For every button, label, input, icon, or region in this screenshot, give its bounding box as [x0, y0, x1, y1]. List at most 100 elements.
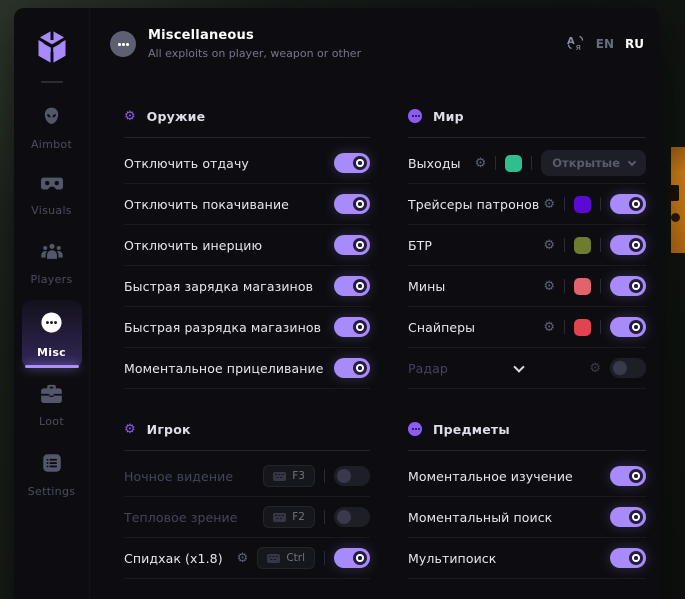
toggle-knob [353, 238, 367, 252]
lang-option-ru[interactable]: RU [625, 37, 644, 51]
separator [600, 197, 601, 211]
hotkey-badge[interactable]: Ctrl [257, 547, 315, 569]
setting-row: Мины⚙ [408, 266, 646, 307]
toggle[interactable] [334, 317, 370, 337]
hotkey-badge[interactable]: F2 [263, 506, 315, 528]
settings-gear-icon[interactable]: ⚙ [589, 362, 601, 375]
row-label: БТР [408, 238, 543, 253]
separator [324, 510, 325, 524]
settings-section: ⚙ИгрокНочное видениеF3Тепловое зрениеF2С… [124, 419, 370, 579]
row-controls [610, 466, 646, 486]
settings-content: ⚙ОружиеОтключить отдачуОтключить покачив… [90, 80, 660, 579]
row-controls [334, 358, 370, 378]
settings-section: МирВыходы⚙ОткрытыеТрейсеры патронов⚙БТР⚙… [408, 106, 646, 389]
settings-gear-icon[interactable]: ⚙ [475, 157, 487, 170]
toggle[interactable] [610, 194, 646, 214]
lang-option-en[interactable]: EN [596, 37, 614, 51]
toggle[interactable] [334, 235, 370, 255]
toggle[interactable] [610, 507, 646, 527]
row-label: Быстрая разрядка магазинов [124, 320, 334, 335]
background-game-sign [671, 147, 685, 253]
toggle[interactable] [610, 276, 646, 296]
setting-row: Выходы⚙Открытые [408, 143, 646, 184]
toggle-knob [353, 279, 367, 293]
sidebar-item-loot[interactable]: Loot [22, 373, 82, 437]
color-swatch[interactable] [574, 319, 591, 336]
setting-row: Спидхак (x1.8)⚙Ctrl [124, 538, 370, 579]
section-title: Мир [433, 109, 464, 124]
row-label: Моментальное изучение [408, 469, 610, 484]
setting-row: Быстрая разрядка магазинов [124, 307, 370, 348]
row-controls: ⚙ Открытые [475, 150, 646, 176]
section-title: Игрок [147, 422, 191, 437]
chevron-down-icon[interactable] [513, 361, 524, 372]
settings-gear-icon[interactable]: ⚙ [543, 321, 555, 334]
sidebar-item-misc[interactable]: Misc [22, 300, 82, 368]
toggle-knob [353, 320, 367, 334]
row-controls: F3 [263, 465, 370, 487]
briefcase-icon [41, 384, 62, 407]
settings-gear-icon[interactable]: ⚙ [543, 198, 555, 211]
sidebar-item-label: Visuals [31, 204, 72, 217]
row-controls [334, 317, 370, 337]
toggle[interactable] [334, 507, 370, 527]
ellipsis-avatar [110, 31, 136, 57]
keyboard-icon [273, 513, 286, 522]
keyboard-icon [267, 554, 280, 563]
row-controls: ⚙ [589, 358, 646, 378]
setting-row: Трейсеры патронов⚙ [408, 184, 646, 225]
toggle-knob [629, 238, 643, 252]
color-swatch[interactable] [574, 237, 591, 254]
row-label: Тепловое зрение [124, 510, 263, 525]
toggle[interactable] [334, 548, 370, 568]
hotkey-badge[interactable]: F3 [263, 465, 315, 487]
section-header: ⚙Оружие [124, 106, 370, 126]
page-title: Miscellaneous [148, 28, 361, 43]
toggle[interactable] [334, 153, 370, 173]
sidebar-item-players[interactable]: Players [22, 231, 82, 295]
sidebar-item-settings[interactable]: Settings [22, 442, 82, 507]
row-controls [334, 194, 370, 214]
toggle[interactable] [334, 276, 370, 296]
row-controls: ⚙ [543, 317, 646, 337]
toggle-knob [629, 510, 643, 524]
dropdown[interactable]: Открытые [541, 150, 646, 176]
color-swatch[interactable] [505, 155, 522, 172]
hotkey-label: F2 [292, 511, 305, 523]
toggle-knob [629, 279, 643, 293]
sidebar-item-visuals[interactable]: Visuals [22, 165, 82, 226]
hotkey-label: Ctrl [286, 552, 305, 564]
toggle-knob [629, 320, 643, 334]
toggle[interactable] [610, 317, 646, 337]
section-header: ⚙Игрок [124, 419, 370, 439]
settings-section: ПредметыМоментальное изучениеМоментальны… [408, 419, 646, 579]
row-controls [334, 153, 370, 173]
settings-gear-icon[interactable]: ⚙ [543, 280, 555, 293]
toggle[interactable] [334, 466, 370, 486]
separator [495, 156, 496, 170]
toggle[interactable] [334, 358, 370, 378]
settings-gear-icon[interactable]: ⚙ [237, 552, 249, 565]
separator [564, 197, 565, 211]
toggle[interactable] [610, 466, 646, 486]
toggle[interactable] [610, 548, 646, 568]
toggle[interactable] [334, 194, 370, 214]
setting-row: Отключить покачивание [124, 184, 370, 225]
section-divider [408, 137, 646, 138]
color-swatch[interactable] [574, 278, 591, 295]
setting-row: Тепловое зрение F2 [124, 497, 370, 538]
color-swatch[interactable] [574, 196, 591, 213]
vr-goggles-icon [41, 176, 63, 196]
main-panel: Miscellaneous All exploits on player, we… [90, 8, 660, 599]
sidebar-item-label: Aimbot [31, 138, 72, 151]
sidebar-item-aimbot[interactable]: Aimbot [22, 95, 82, 160]
section-header: Мир [408, 106, 646, 126]
row-controls [334, 235, 370, 255]
toggle[interactable] [610, 235, 646, 255]
row-label: Моментальный поиск [408, 510, 610, 525]
toggle[interactable] [610, 358, 646, 378]
list-icon [42, 453, 62, 477]
dots-circle-icon [408, 109, 422, 123]
settings-gear-icon[interactable]: ⚙ [543, 239, 555, 252]
setting-row: Мультипоиск [408, 538, 646, 579]
